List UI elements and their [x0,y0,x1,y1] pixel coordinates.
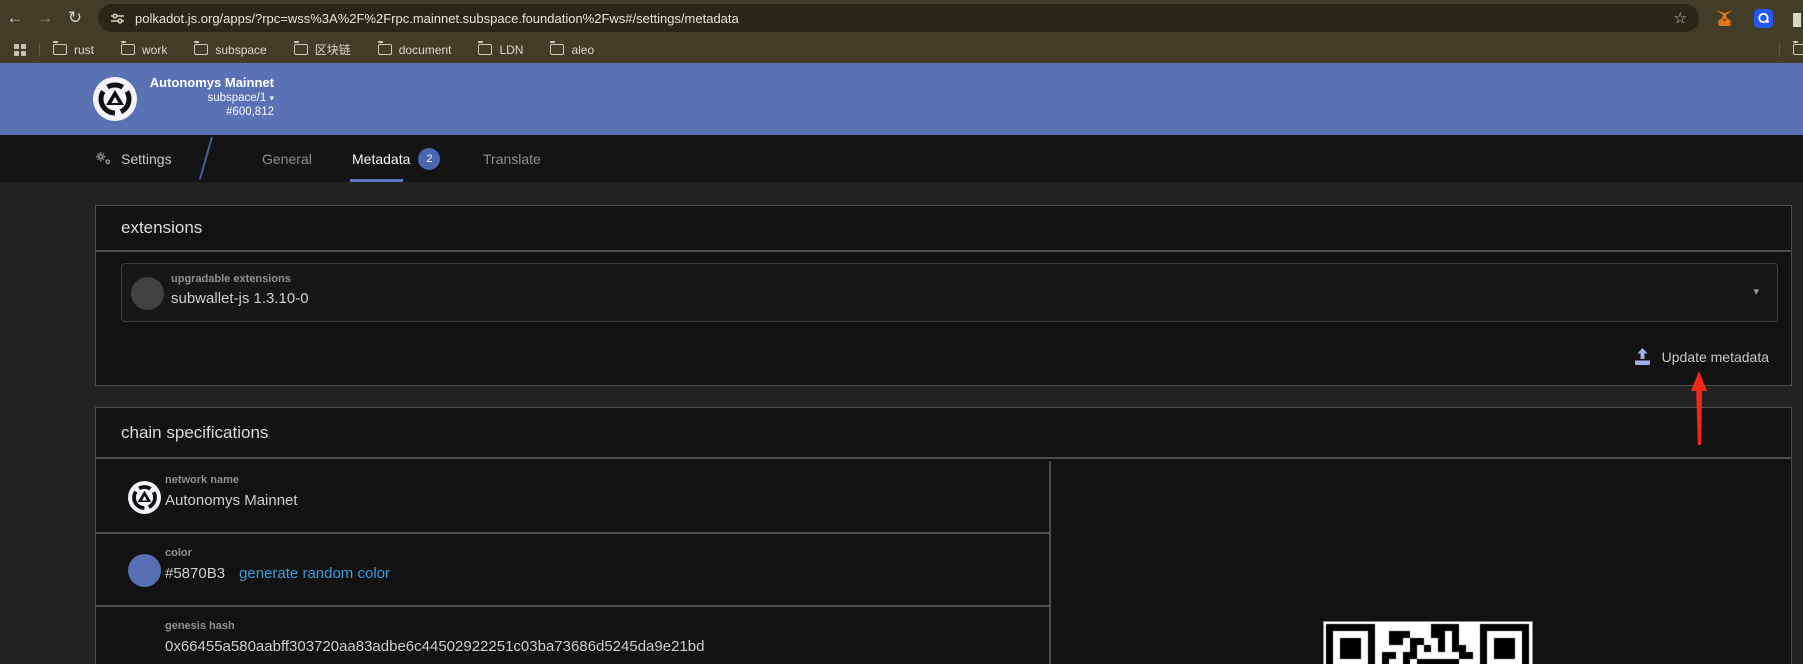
extensions-header: extensions [96,206,1791,252]
color-hex: #5870B3 [165,565,225,582]
row-label: color [165,547,192,559]
bookmark-folder-ldn[interactable]: LDN [478,43,523,57]
address-bar[interactable]: polkadot.js.org/apps/?rpc=wss%3A%2F%2Frp… [98,4,1699,32]
bookmark-label: rust [74,43,94,57]
divider [1049,461,1051,664]
app-nav-bar: Autonomys Mainnet subspace/1 ▾ #600,812 … [0,63,1803,135]
bookmark-folder-rust[interactable]: rust [53,43,94,57]
annotation-arrow [1691,371,1709,447]
autonomys-logo[interactable] [93,77,137,121]
bookmark-star-icon[interactable]: ☆ [1674,9,1687,27]
tab-translate[interactable]: Translate [483,135,541,182]
chain-specs-title: chain specifications [121,423,268,443]
browser-toolbar: ← → ↻ polkadot.js.org/apps/?rpc=wss%3A%2… [0,0,1803,36]
row-network-name: network name Autonomys Mainnet [96,461,1049,534]
row-genesis-hash: genesis hash 0x66455a580aabff303720aa83a… [96,607,1049,664]
refresh-icon[interactable]: ↻ [60,8,90,28]
folder-icon [194,44,208,55]
chain-specifications-section: chain specifications network name Autono… [95,407,1792,664]
bookmark-label: subspace [215,43,266,57]
chain-selector[interactable]: Autonomys Mainnet subspace/1 ▾ #600,812 [140,75,274,119]
extensions-puzzle-icon[interactable] [1793,9,1801,27]
upgradable-extensions-select[interactable]: upgradable extensions subwallet-js 1.3.1… [121,263,1778,322]
bookmark-folder-document[interactable]: document [378,43,452,57]
settings-tab-bar: Settings General Metadata 2 Translate [0,135,1803,182]
chain-specs-rows: network name Autonomys Mainnet color #58… [96,461,1049,664]
bookmarks-bar: rust work subspace 区块链 document LDN aleo [0,36,1803,63]
generate-random-color-link[interactable]: generate random color [239,565,390,582]
bookmark-label: aleo [571,43,594,57]
metadata-badge: 2 [418,148,440,170]
folder-icon [478,44,492,55]
screen: ← → ↻ polkadot.js.org/apps/?rpc=wss%3A%2… [0,0,1803,664]
folder-icon [53,44,67,55]
metamask-icon[interactable] [1715,9,1734,27]
chain-name: Autonomys Mainnet [140,75,274,91]
divider [39,43,40,57]
forward-icon[interactable]: → [30,8,60,28]
bookmark-label: LDN [499,43,523,57]
divider [1779,43,1780,57]
row-label: genesis hash [165,620,235,632]
bookmark-folder-work[interactable]: work [121,43,167,57]
bookmark-folder-blockchain[interactable]: 区块链 [294,41,351,58]
folder-icon [378,44,392,55]
update-metadata-button[interactable]: Update metadata [1633,348,1769,366]
extensions-title: extensions [121,218,202,238]
back-icon[interactable]: ← [0,8,30,28]
row-color: color #5870B3 generate random color [96,534,1049,607]
bookmark-label: 区块链 [315,41,351,58]
gears-icon [95,151,112,166]
site-settings-icon[interactable] [110,11,125,26]
block-number: #600,812 [140,105,274,119]
qr-code [1323,621,1533,664]
upload-icon [1633,348,1652,366]
url-text: polkadot.js.org/apps/?rpc=wss%3A%2F%2Frp… [135,11,739,26]
bookmark-label: document [399,43,452,57]
chevron-down-icon: ▾ [269,93,274,103]
chain-specs-header: chain specifications [96,408,1791,459]
genesis-hash-value: 0x66455a580aabff303720aa83adbe6c44502922… [165,638,704,655]
chain-path: subspace/1 ▾ [140,91,274,105]
update-metadata-label: Update metadata [1662,349,1769,365]
tab-general[interactable]: General [262,135,312,182]
section-crumb: Settings [95,135,172,182]
divider [199,137,213,180]
tab-metadata[interactable]: Metadata 2 [352,135,440,182]
subwallet-icon[interactable] [1754,9,1773,28]
page-content: extensions upgradable extensions subwall… [0,182,1803,664]
apps-grid-icon[interactable] [14,44,26,56]
extension-avatar [131,277,164,310]
dropdown-value: subwallet-js 1.3.10-0 [171,290,309,307]
section-label: Settings [121,151,172,167]
chevron-down-icon: ▾ [1753,285,1759,298]
folder-icon [294,44,308,55]
dropdown-label: upgradable extensions [171,273,291,285]
folder-icon[interactable] [1793,44,1803,55]
bookmark-folder-aleo[interactable]: aleo [550,43,594,57]
color-value: #5870B3 generate random color [165,565,390,582]
row-label: network name [165,474,239,486]
extensions-section: extensions upgradable extensions subwall… [95,205,1792,386]
folder-icon [550,44,564,55]
color-swatch [128,554,161,587]
folder-icon [121,44,135,55]
network-name-value: Autonomys Mainnet [165,492,298,509]
network-logo-icon [128,481,161,514]
bookmark-folder-subspace[interactable]: subspace [194,43,266,57]
bookmark-label: work [142,43,167,57]
